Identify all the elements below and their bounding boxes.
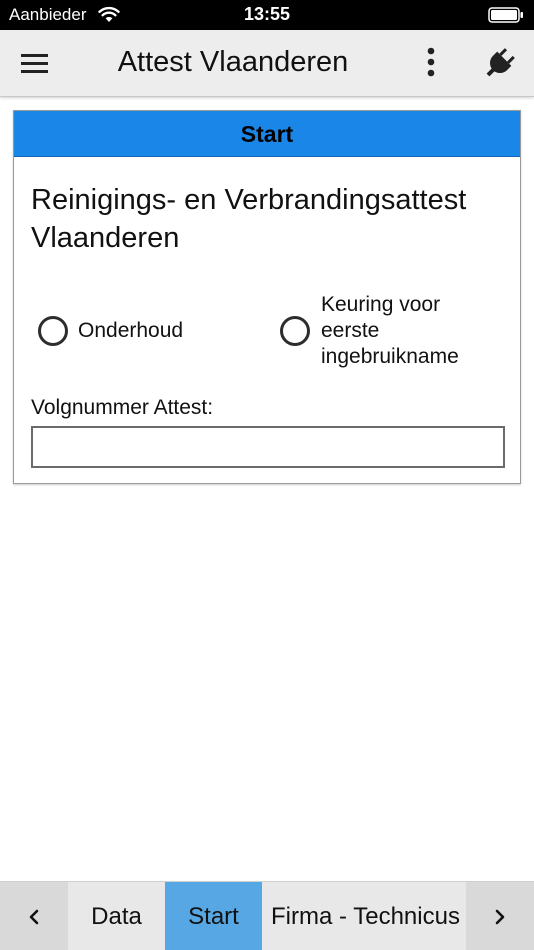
card-header: Start: [14, 111, 520, 157]
chevron-left-icon: [29, 909, 39, 925]
connect-button[interactable]: [482, 46, 518, 80]
tab-data[interactable]: Data: [68, 882, 165, 950]
tab-start[interactable]: Start: [165, 882, 262, 950]
volgnummer-input[interactable]: [31, 426, 505, 468]
radio-keuring[interactable]: Keuring voor eerste ingebruikname: [280, 292, 500, 370]
tab-firma-technicus[interactable]: Firma - Technicus: [262, 882, 466, 950]
bottom-tab-bar: Data Start Firma - Technicus: [0, 881, 534, 950]
radio-label-onderhoud: Onderhoud: [78, 319, 184, 342]
radio-circle-icon[interactable]: [280, 316, 310, 346]
start-card: Start Reinigings- en Verbrandingsattest …: [13, 110, 521, 484]
more-options-button[interactable]: [418, 44, 444, 82]
volgnummer-label: Volgnummer Attest:: [31, 396, 214, 419]
app-title: Attest Vlaanderen: [117, 46, 349, 78]
battery-icon: [488, 7, 523, 23]
chevron-right-icon: [495, 909, 505, 925]
radio-label-keuring: Keuring voor eerste ingebruikname: [321, 293, 459, 368]
status-time: 13:55: [243, 4, 291, 24]
status-bar: Aanbieder 13:55: [0, 0, 534, 30]
plug-icon: [486, 48, 515, 77]
form-heading: Reinigings- en Verbrandingsattest Vlaand…: [31, 184, 467, 254]
app-bar: Attest Vlaanderen: [0, 30, 534, 97]
tab-scroll-left-button[interactable]: [0, 882, 68, 950]
tab-scroll-right-button[interactable]: [466, 882, 534, 950]
radio-circle-icon[interactable]: [38, 316, 68, 346]
radio-onderhoud[interactable]: Onderhoud: [38, 316, 183, 346]
more-vertical-icon: [427, 47, 435, 77]
